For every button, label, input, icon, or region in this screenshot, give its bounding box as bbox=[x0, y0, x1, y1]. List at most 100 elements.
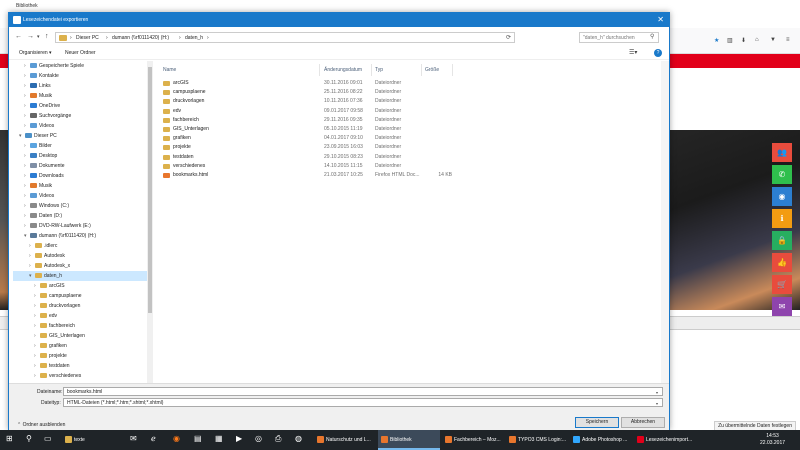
tree-item[interactable]: › projekte bbox=[13, 351, 147, 361]
hide-folders-toggle[interactable]: ⌃ Ordner ausblenden bbox=[17, 422, 65, 428]
tree-item[interactable]: › Kontakte bbox=[13, 71, 147, 81]
file-row[interactable]: verschiedenes 14.10.2015 11:15 Dateiordner bbox=[154, 162, 574, 171]
tree-item[interactable]: › Daten (D:) bbox=[13, 211, 147, 221]
file-row[interactable]: fachbereich 29.11.2016 09:35 Dateiordner bbox=[154, 116, 574, 125]
like-icon[interactable]: 👍 bbox=[772, 253, 792, 272]
tree-item[interactable]: › DVD-RW-Laufwerk (E:) bbox=[13, 221, 147, 231]
chevron-down-icon[interactable]: ▾ bbox=[37, 34, 40, 40]
tree-item[interactable]: › Musik bbox=[13, 181, 147, 191]
filename-dropdown-icon[interactable]: ▾ bbox=[656, 390, 658, 395]
chevron-right-icon[interactable]: › bbox=[24, 81, 29, 91]
share-icon[interactable]: ◉ bbox=[772, 187, 792, 206]
tree-item[interactable]: › Musik bbox=[13, 91, 147, 101]
tree-item[interactable]: › Links bbox=[13, 81, 147, 91]
chevron-right-icon[interactable]: › bbox=[34, 371, 39, 381]
forward-arrow-icon[interactable]: → bbox=[27, 33, 34, 40]
chevron-right-icon[interactable]: › bbox=[24, 101, 29, 111]
info-icon[interactable]: ℹ bbox=[772, 209, 792, 228]
tree-item[interactable]: › grafiken bbox=[13, 341, 147, 351]
file-explorer-icon[interactable]: ▤ bbox=[194, 434, 202, 443]
column-header-date[interactable]: Änderungsdatum bbox=[324, 67, 362, 73]
tree-item[interactable]: › Gespeicherte Spiele bbox=[13, 61, 147, 71]
file-row[interactable]: projekte 23.09.2015 16:03 Dateiordner bbox=[154, 143, 574, 152]
tree-item[interactable]: ▾ dumann (\\rf0111420) (H:) bbox=[13, 231, 147, 241]
chevron-right-icon[interactable]: › bbox=[34, 311, 39, 321]
breadcrumb-network-drive[interactable]: dumann (\\rf0111420) (H:) bbox=[112, 35, 169, 41]
chevron-right-icon[interactable]: › bbox=[29, 251, 34, 261]
chevron-right-icon[interactable]: › bbox=[34, 341, 39, 351]
chevron-right-icon[interactable]: › bbox=[24, 71, 29, 81]
chevron-right-icon[interactable]: › bbox=[34, 331, 39, 341]
pocket-icon[interactable]: ▼ bbox=[770, 37, 776, 43]
up-arrow-icon[interactable]: ↑ bbox=[45, 33, 49, 40]
filetype-select[interactable]: HTML-Dateien (*.html;*.htm;*.shtml;*.xht… bbox=[63, 398, 663, 407]
firefox-icon[interactable]: ◉ bbox=[173, 434, 180, 443]
cancel-button[interactable]: Abbrechen bbox=[621, 417, 665, 428]
file-row[interactable]: bookmarks.html 21.03.2017 10:25 Firefox HT… bbox=[154, 171, 574, 180]
chevron-right-icon[interactable]: › bbox=[24, 111, 29, 121]
chevron-right-icon[interactable]: › bbox=[34, 291, 39, 301]
tree-item[interactable]: › Desktop bbox=[13, 151, 147, 161]
file-row[interactable]: grafiken 04.01.2017 09:10 Dateiordner bbox=[154, 134, 574, 143]
whatsapp-icon[interactable]: ✆ bbox=[772, 165, 792, 184]
search-icon[interactable]: ⚲ bbox=[26, 434, 32, 443]
tree-item[interactable]: ▾ daten_h bbox=[13, 271, 147, 281]
help-icon[interactable]: ? bbox=[654, 49, 662, 57]
chevron-right-icon[interactable]: › bbox=[29, 241, 34, 251]
chevron-down-icon[interactable]: ▾ bbox=[24, 231, 29, 241]
task-view-icon[interactable]: ▭ bbox=[44, 434, 52, 443]
save-button[interactable]: Speichern bbox=[575, 417, 619, 428]
chevron-right-icon[interactable]: › bbox=[24, 141, 29, 151]
column-header-type[interactable]: Typ bbox=[375, 67, 383, 73]
taskbar-app[interactable]: Bibliothek bbox=[378, 430, 440, 450]
taskbar-app[interactable]: Fachbereich – Moz... bbox=[442, 430, 504, 450]
chevron-right-icon[interactable]: › bbox=[34, 361, 39, 371]
chevron-right-icon[interactable]: › bbox=[24, 171, 29, 181]
tree-item[interactable]: ▾ Dieser PC bbox=[13, 131, 147, 141]
new-folder-button[interactable]: Neuer Ordner bbox=[65, 50, 96, 56]
breadcrumb-daten-h[interactable]: daten_h bbox=[185, 35, 203, 41]
address-bar[interactable]: › Dieser PC › dumann (\\rf0111420) (H:) … bbox=[55, 32, 515, 43]
tree-item[interactable]: › .idlerc bbox=[13, 241, 147, 251]
ie-icon[interactable]: ℯ bbox=[151, 434, 156, 443]
tree-item[interactable]: › arcGIS bbox=[13, 281, 147, 291]
chrome-icon[interactable]: ◍ bbox=[295, 434, 302, 443]
breadcrumb-this-pc[interactable]: Dieser PC bbox=[76, 35, 99, 41]
chevron-right-icon[interactable]: › bbox=[34, 321, 39, 331]
tree-item[interactable]: › edv bbox=[13, 311, 147, 321]
tree-item[interactable]: › fachbereich bbox=[13, 321, 147, 331]
refresh-icon[interactable]: ⟳ bbox=[506, 34, 511, 41]
tree-item[interactable]: › Downloads bbox=[13, 171, 147, 181]
tree-item[interactable]: › Windows (C:) bbox=[13, 201, 147, 211]
menu-icon[interactable]: ≡ bbox=[786, 37, 790, 43]
scrollbar-thumb[interactable] bbox=[148, 67, 152, 313]
outlook-icon[interactable]: ✉ bbox=[130, 434, 137, 443]
windows-start-icon[interactable]: ⊞ bbox=[6, 434, 13, 443]
filetype-dropdown-icon[interactable]: ▾ bbox=[656, 401, 658, 406]
file-list-scrollbar[interactable] bbox=[661, 61, 669, 383]
search-icon[interactable]: ⚲ bbox=[650, 33, 654, 40]
tree-item[interactable]: › OneDrive bbox=[13, 101, 147, 111]
file-row[interactable]: testdaten 29.10.2015 08:23 Dateiordner bbox=[154, 153, 574, 162]
tree-item[interactable]: › Autodesk bbox=[13, 251, 147, 261]
star-icon[interactable]: ★ bbox=[714, 37, 719, 44]
tree-item[interactable]: › Videos bbox=[13, 121, 147, 131]
library-icon[interactable]: ▥ bbox=[727, 37, 733, 44]
tree-item[interactable]: › Autodesk_x bbox=[13, 261, 147, 271]
chevron-down-icon[interactable]: ▾ bbox=[29, 271, 34, 281]
lock-icon[interactable]: 🔒 bbox=[772, 231, 792, 250]
chevron-down-icon[interactable]: ▾ bbox=[19, 131, 24, 141]
tree-item[interactable]: › druckvorlagen bbox=[13, 301, 147, 311]
chevron-right-icon[interactable]: › bbox=[34, 351, 39, 361]
tree-item[interactable]: › GIS_Unterlagen bbox=[13, 331, 147, 341]
search-input[interactable] bbox=[579, 32, 659, 43]
tree-item[interactable]: › verschiedenes bbox=[13, 371, 147, 381]
print-icon[interactable]: ⎙ bbox=[275, 434, 281, 444]
column-header-size[interactable]: Größe bbox=[425, 67, 439, 73]
cart-icon[interactable]: 🛒 bbox=[772, 275, 792, 294]
download-icon[interactable]: ⬇ bbox=[741, 37, 746, 44]
file-row[interactable]: druckvorlagen 10.11.2016 07:36 Dateiordner bbox=[154, 97, 574, 106]
system-clock[interactable]: 14:53 22.03.2017 bbox=[760, 433, 785, 447]
filename-input[interactable] bbox=[63, 387, 663, 396]
file-row[interactable]: campusplaene 25.11.2016 08:22 Dateiordner bbox=[154, 88, 574, 97]
